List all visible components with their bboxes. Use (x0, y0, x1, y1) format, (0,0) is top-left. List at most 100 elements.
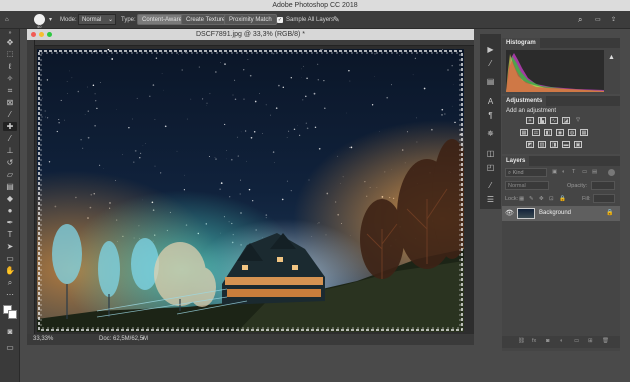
lock-image-icon[interactable]: ✎ (529, 196, 534, 202)
black-white-icon[interactable]: ◧ (544, 129, 552, 136)
play-action-icon[interactable]: ▶ (485, 44, 496, 55)
crop-tool-icon[interactable]: ⌗ (3, 86, 17, 95)
histogram-warning-icon[interactable]: ▲ (608, 54, 615, 61)
frame-tool-icon[interactable]: ⊠ (3, 98, 17, 107)
dodge-tool-icon[interactable]: ● (3, 206, 17, 215)
document-tab[interactable]: DSCF7891.jpg @ 33,3% (RGB/8) * (27, 29, 474, 40)
sample-all-layers-checkbox[interactable]: ✓ (277, 17, 283, 23)
pen-tool-icon[interactable]: ✒ (3, 218, 17, 227)
layer-row-background[interactable]: 👁 Background 🔒 (502, 206, 620, 221)
color-lookup-icon[interactable]: ▦ (580, 129, 588, 136)
filter-type-icon[interactable]: T (572, 169, 575, 175)
filter-pixel-icon[interactable]: ▣ (552, 169, 557, 175)
screen-mode-icon[interactable]: ▭ (3, 343, 17, 352)
close-window-icon[interactable] (31, 32, 36, 37)
new-adjustment-layer-icon[interactable]: ◐ (560, 338, 563, 344)
brightness-contrast-icon[interactable]: ☀ (526, 117, 534, 124)
brush-tool-icon[interactable]: ⁄ (3, 134, 17, 143)
delete-layer-icon[interactable]: 🗑 (602, 338, 609, 344)
horizontal-ruler[interactable] (35, 40, 474, 46)
blend-mode-select[interactable]: Normal (505, 181, 549, 190)
type-create-texture[interactable]: Create Texture (181, 14, 231, 25)
status-menu-arrow-icon[interactable]: › (142, 334, 144, 345)
hue-saturation-icon[interactable]: ▦ (520, 129, 528, 136)
filter-shape-icon[interactable]: ▭ (582, 169, 587, 175)
layers-tab[interactable]: Layers (502, 156, 620, 166)
history-icon[interactable]: ▤ (485, 76, 496, 87)
zoom-level[interactable]: 33,33% (33, 334, 53, 345)
history-brush-tool-icon[interactable]: ↺ (3, 158, 17, 167)
threshold-icon[interactable]: ◨ (550, 141, 558, 148)
zoom-window-icon[interactable] (47, 32, 52, 37)
exposure-icon[interactable]: ◪ (562, 117, 570, 124)
link-layers-icon[interactable]: ⛓ (518, 338, 525, 344)
brush-dropdown-icon[interactable]: ▾ (49, 15, 52, 25)
visibility-eye-icon[interactable]: 👁 (505, 209, 514, 217)
brushes-icon[interactable]: ⁄ (485, 180, 496, 191)
share-icon[interactable]: ⇪ (611, 15, 616, 25)
curves-icon[interactable]: ∿ (550, 117, 558, 124)
kind-filter-select[interactable]: ⌕ Kind (505, 168, 547, 177)
channel-mixer-icon[interactable]: ◍ (568, 129, 576, 136)
photo-filter-icon[interactable]: ◉ (556, 129, 564, 136)
pressure-size-icon[interactable]: ✎ (333, 15, 340, 25)
panel-collapse-icon[interactable]: » (3, 29, 17, 38)
quick-select-tool-icon[interactable]: ✧ (3, 74, 17, 83)
lasso-tool-icon[interactable]: ℓ (3, 62, 17, 71)
spot-healing-tool-icon[interactable]: ✚ (3, 122, 17, 131)
levels-icon[interactable]: ▙ (538, 117, 546, 124)
gradient-map-icon[interactable]: ▬ (562, 141, 570, 148)
home-icon[interactable]: ⌂ (5, 15, 17, 25)
filter-toggle-icon[interactable] (608, 169, 615, 176)
filter-adjustment-icon[interactable]: ◐ (562, 169, 565, 175)
brush-settings-icon[interactable]: ⁄ (485, 58, 496, 69)
posterize-icon[interactable]: ▨ (538, 141, 546, 148)
invert-icon[interactable]: ◩ (526, 141, 534, 148)
properties-icon[interactable]: ☰ (485, 194, 496, 205)
zoom-tool-icon[interactable]: ⌕ (3, 278, 17, 287)
gradient-tool-icon[interactable]: ▤ (3, 182, 17, 191)
histogram-tab[interactable]: Histogram (502, 38, 620, 48)
vertical-ruler[interactable] (27, 40, 35, 334)
mode-select[interactable]: Normal ⌄ (78, 14, 116, 25)
more-tools-icon[interactable]: ⋯ (3, 290, 17, 299)
filter-smart-object-icon[interactable]: ▤ (592, 169, 597, 175)
workspace-icon[interactable]: ▭ (595, 15, 601, 25)
character-icon[interactable]: A (485, 96, 496, 107)
eyedropper-tool-icon[interactable]: ⁄ (3, 110, 17, 119)
new-group-icon[interactable]: ▭ (574, 338, 579, 344)
path-select-tool-icon[interactable]: ➤ (3, 242, 17, 251)
quick-mask-icon[interactable]: ◙ (3, 327, 17, 336)
opacity-field[interactable] (591, 181, 615, 190)
hand-tool-icon[interactable]: ✋ (3, 266, 17, 275)
type-tool-icon[interactable]: T (3, 230, 17, 239)
paths-icon[interactable]: ◰ (485, 162, 496, 173)
lock-pixels-icon[interactable]: ▦ (519, 196, 524, 202)
new-layer-icon[interactable]: ⊞ (588, 338, 593, 344)
lock-position-icon[interactable]: ✥ (539, 196, 544, 202)
eraser-tool-icon[interactable]: ▱ (3, 170, 17, 179)
type-proximity-match[interactable]: Proximity Match (224, 14, 277, 25)
paragraph-icon[interactable]: ¶ (485, 110, 496, 121)
image-canvas[interactable] (37, 49, 464, 332)
search-icon[interactable]: ⌕ (578, 15, 582, 25)
type-content-aware[interactable]: Content-Aware (137, 14, 187, 25)
rectangle-tool-icon[interactable]: ▭ (3, 254, 17, 263)
lock-artboard-icon[interactable]: ⊡ (549, 196, 554, 202)
navigator-icon[interactable]: ✵ (485, 128, 496, 139)
selective-color-icon[interactable]: ▣ (574, 141, 582, 148)
adjustments-tab[interactable]: Adjustments (502, 96, 620, 106)
vibrance-icon[interactable]: ▽ (574, 117, 582, 124)
lock-all-icon[interactable]: 🔒 (559, 196, 566, 202)
marquee-tool-icon[interactable]: ⬚ (3, 50, 17, 59)
fill-field[interactable] (593, 194, 615, 203)
minimize-window-icon[interactable] (39, 32, 44, 37)
channels-icon[interactable]: ◫ (485, 148, 496, 159)
blur-tool-icon[interactable]: ◆ (3, 194, 17, 203)
color-balance-icon[interactable]: ⚖ (532, 129, 540, 136)
clone-stamp-tool-icon[interactable]: ⊥ (3, 146, 17, 155)
move-tool-icon[interactable]: ✥ (3, 38, 17, 47)
add-mask-icon[interactable]: ◙ (546, 338, 549, 344)
layer-style-icon[interactable]: fx (532, 338, 536, 344)
background-color-swatch[interactable] (8, 310, 17, 319)
